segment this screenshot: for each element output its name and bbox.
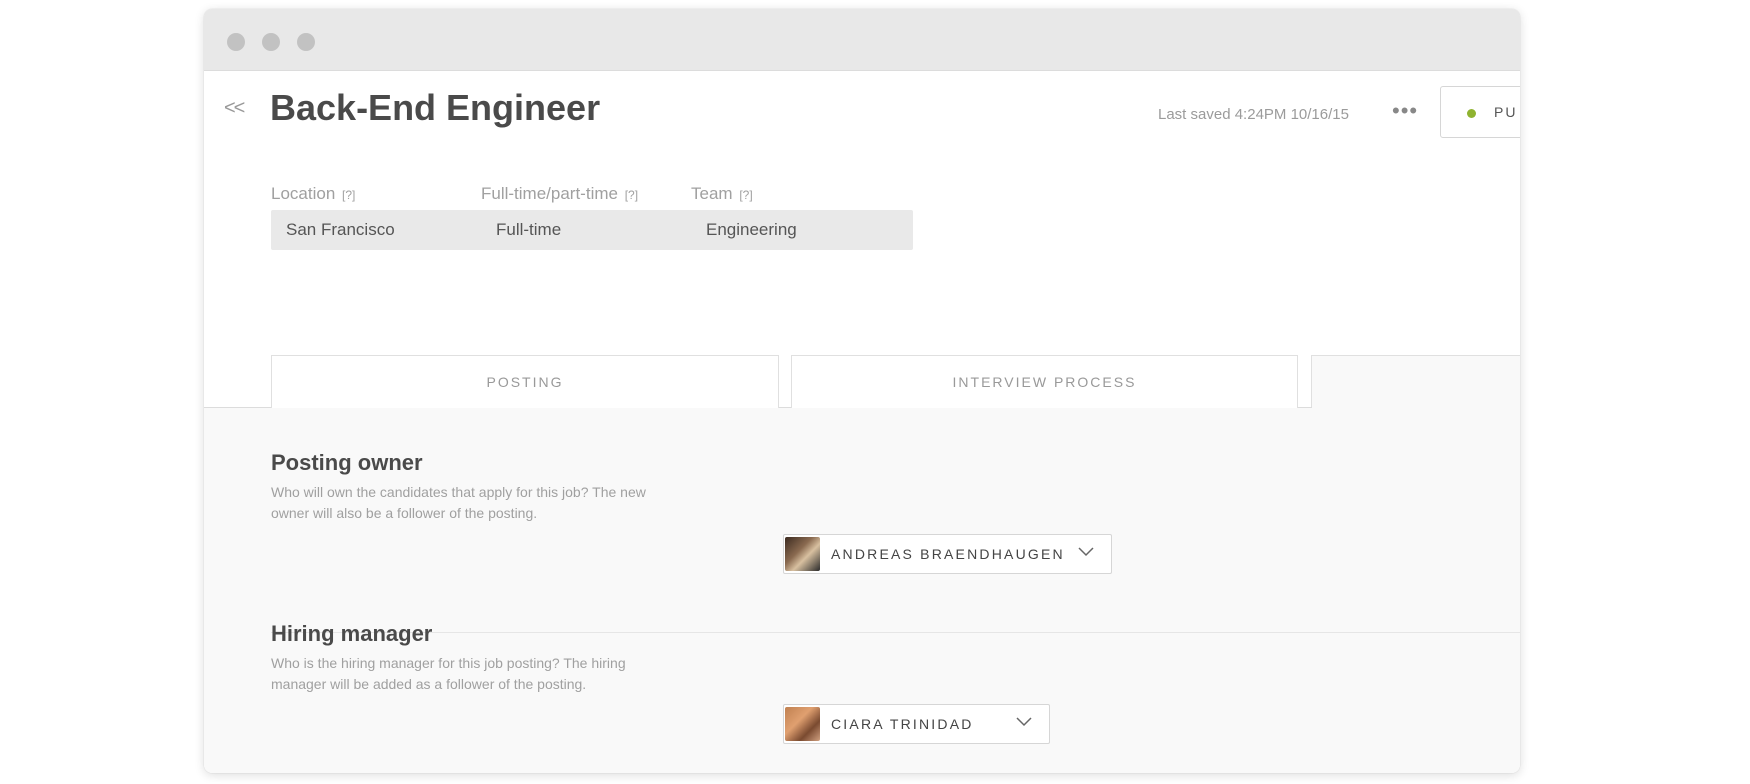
section-divider <box>271 632 1520 633</box>
window-close-button[interactable] <box>227 33 245 51</box>
location-input[interactable] <box>271 210 493 250</box>
posting-owner-title: Posting owner <box>271 450 423 475</box>
publish-button-label: PU <box>1494 104 1518 120</box>
posting-owner-name: ANDREAS BRAENDHAUGEN <box>831 546 1065 562</box>
window-titlebar <box>204 9 1520 71</box>
location-field: Location [?] <box>271 184 493 250</box>
employment-type-field: Full-time/part-time [?] <box>481 184 703 250</box>
team-input[interactable] <box>691 210 913 250</box>
team-help-icon[interactable]: [?] <box>739 188 752 202</box>
location-help-icon[interactable]: [?] <box>342 188 355 202</box>
hiring-manager-select[interactable]: CIARA TRINIDAD <box>783 704 1050 744</box>
posting-owner-description: Who will own the candidates that apply f… <box>271 484 646 521</box>
chevron-down-icon <box>1078 547 1094 557</box>
tab-posting-label: POSTING <box>486 374 564 390</box>
window-minimize-button[interactable] <box>262 33 280 51</box>
employment-type-input[interactable] <box>481 210 703 250</box>
more-options-icon[interactable]: ••• <box>1392 98 1418 124</box>
posting-owner-select[interactable]: ANDREAS BRAENDHAUGEN <box>783 534 1112 574</box>
page-title: Back-End Engineer <box>270 87 601 128</box>
hiring-manager-title: Hiring manager <box>271 621 433 646</box>
publish-button[interactable]: PU <box>1440 86 1520 138</box>
chevron-down-icon <box>1016 717 1032 727</box>
hiring-manager-name: CIARA TRINIDAD <box>831 716 974 732</box>
tab-posting[interactable]: POSTING <box>271 355 779 408</box>
employment-type-label: Full-time/part-time <box>481 184 618 203</box>
main-content: << Back-End Engineer Last saved 4:24PM 1… <box>204 72 1520 773</box>
hiring-manager-description: Who is the hiring manager for this job p… <box>271 655 626 692</box>
tab-interview-process[interactable]: INTERVIEW PROCESS <box>791 355 1298 408</box>
employment-type-help-icon[interactable]: [?] <box>625 188 638 202</box>
back-double-chevron-icon[interactable]: << <box>224 98 245 118</box>
avatar <box>785 707 820 741</box>
window-maximize-button[interactable] <box>297 33 315 51</box>
location-label: Location <box>271 184 336 203</box>
publish-status-icon <box>1467 109 1476 118</box>
tab-interview-process-label: INTERVIEW PROCESS <box>952 374 1137 390</box>
avatar <box>785 537 820 571</box>
team-field: Team [?] <box>691 184 913 250</box>
team-label: Team <box>691 184 733 203</box>
app-window: << Back-End Engineer Last saved 4:24PM 1… <box>204 9 1520 773</box>
last-saved-status: Last saved 4:24PM 10/16/15 <box>1158 106 1349 123</box>
